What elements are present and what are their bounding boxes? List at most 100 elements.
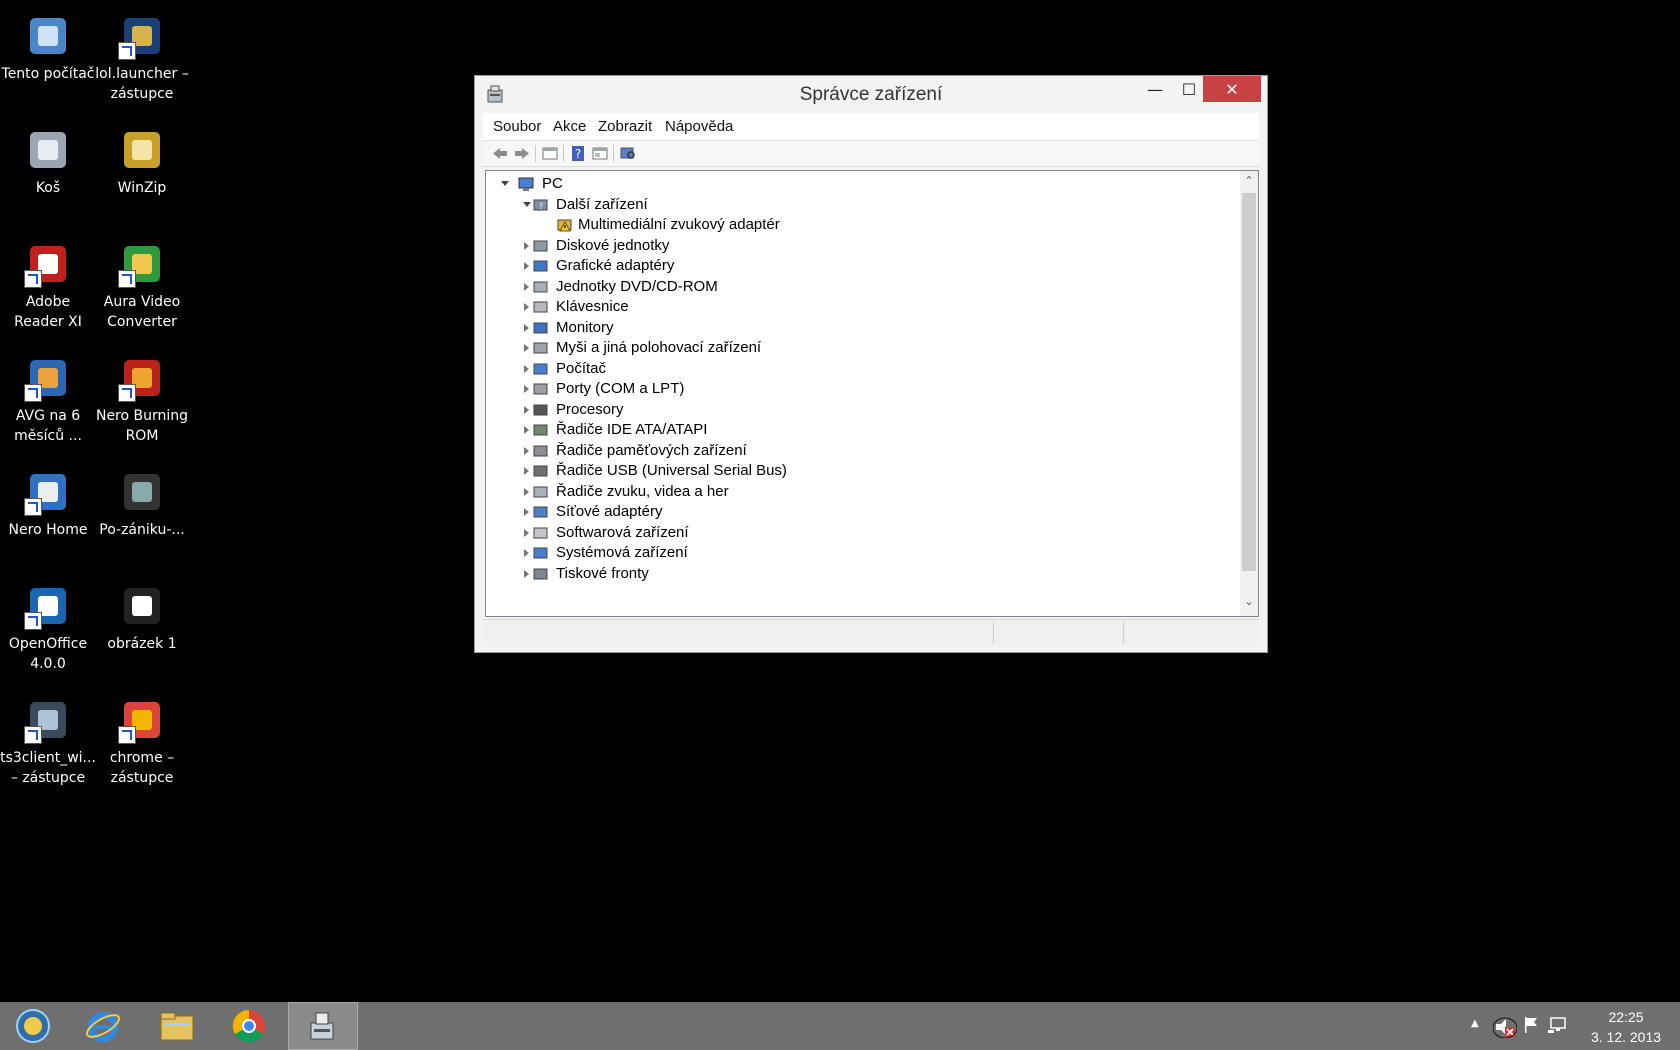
tree-item[interactable]: Řadiče USB (Universal Serial Bus) bbox=[520, 460, 1220, 482]
desktop-icon-image-file[interactable]: obrázek 1 bbox=[94, 576, 190, 654]
desktop-icon-winzip[interactable]: WinZip bbox=[94, 120, 190, 198]
vertical-scrollbar[interactable]: ⌃ ⌄ bbox=[1240, 171, 1258, 616]
desktop-icon-computer[interactable]: Tento počítač bbox=[0, 6, 96, 84]
tree-root-pc[interactable]: PC bbox=[498, 173, 1238, 195]
warning-device-icon bbox=[557, 219, 572, 232]
shortcut-arrow-icon bbox=[118, 726, 136, 744]
close-icon: ✕ bbox=[1225, 79, 1239, 99]
title-bar[interactable]: Správce zařízení — ☐ ✕ bbox=[475, 76, 1267, 113]
show-hidden-icons-icon[interactable]: ▲ bbox=[1471, 1018, 1479, 1029]
view-icon[interactable] bbox=[591, 145, 609, 162]
scroll-thumb[interactable] bbox=[1242, 193, 1256, 571]
tree-item[interactable]: Systémová zařízení bbox=[520, 542, 1220, 564]
shortcut-arrow-icon bbox=[24, 612, 42, 630]
desktop-icon-label: Po-zániku-... bbox=[99, 522, 185, 538]
tree-item-label: Procesory bbox=[556, 400, 624, 418]
close-button[interactable]: ✕ bbox=[1203, 76, 1261, 102]
desktop-icon-label: obrázek 1 bbox=[107, 636, 177, 652]
desktop-icon-adobe-reader[interactable]: Adobe Reader XI bbox=[0, 234, 96, 332]
chrome-icon bbox=[118, 696, 166, 744]
tree-item-label: Diskové jednotky bbox=[556, 236, 670, 254]
back-icon[interactable] bbox=[491, 145, 509, 162]
winzip-icon bbox=[118, 126, 166, 174]
scroll-down-icon[interactable]: ⌄ bbox=[1244, 596, 1254, 607]
desktop-icon-openoffice[interactable]: OpenOffice 4.0.0 bbox=[0, 576, 96, 674]
recycle-bin-icon bbox=[24, 126, 72, 174]
desktop-icon-video-file[interactable]: Po-zániku-... bbox=[94, 462, 190, 540]
properties-icon[interactable] bbox=[541, 145, 559, 162]
desktop-icon-chrome[interactable]: chrome – zástupce bbox=[94, 690, 190, 788]
tree-item-label: Porty (COM a LPT) bbox=[556, 380, 685, 397]
shortcut-arrow-icon bbox=[24, 498, 42, 516]
tree-item[interactable]: Řadiče zvuku, videa a her bbox=[520, 481, 1220, 503]
tree-item-label: Systémová zařízení bbox=[556, 544, 688, 561]
collapse-icon[interactable] bbox=[498, 173, 512, 195]
status-bar bbox=[483, 619, 1259, 646]
tree-item[interactable]: Počítač bbox=[520, 358, 1220, 380]
system-device-icon bbox=[533, 547, 548, 559]
scan-hardware-icon[interactable] bbox=[619, 145, 637, 162]
clock[interactable]: 22:25 3. 12. 2013 bbox=[1586, 1007, 1666, 1047]
tree-item[interactable]: Síťové adaptéry bbox=[520, 501, 1220, 523]
tree-item-label: Řadiče zvuku, videa a her bbox=[556, 482, 729, 500]
taskbar-internet-explorer[interactable] bbox=[70, 1002, 136, 1050]
tree-item-label: Multimediální zvukový adaptér bbox=[578, 216, 780, 233]
tree-item[interactable]: Řadiče paměťových zařízení bbox=[520, 440, 1220, 462]
tree-item[interactable]: Diskové jednotky bbox=[520, 235, 1220, 257]
keyboard-icon bbox=[533, 301, 548, 313]
help-icon[interactable]: ? bbox=[569, 145, 587, 162]
action-center-flag-icon[interactable] bbox=[1523, 1016, 1539, 1034]
forward-icon[interactable] bbox=[513, 145, 531, 162]
taskbar-chrome[interactable] bbox=[216, 1002, 282, 1050]
port-icon bbox=[533, 383, 548, 395]
tree-item-label: Monitory bbox=[556, 318, 614, 336]
tree-item[interactable]: Klávesnice bbox=[520, 296, 1220, 318]
software-device-icon bbox=[533, 527, 548, 538]
menu-napoveda[interactable]: Nápověda bbox=[665, 118, 733, 135]
sound-icon bbox=[533, 486, 548, 497]
tree-item[interactable]: Jednotky DVD/CD-ROM bbox=[520, 276, 1220, 298]
tree-item[interactable]: Multimediální zvukový adaptér bbox=[542, 214, 1242, 236]
desktop-icon-nero-burning-rom[interactable]: Nero Burning ROM bbox=[94, 348, 190, 446]
maximize-button[interactable]: ☐ bbox=[1172, 76, 1206, 102]
desktop-icon-label: Nero Burning ROM bbox=[95, 408, 189, 444]
device-manager-icon bbox=[310, 1012, 334, 1040]
menu-soubor[interactable]: Soubor bbox=[493, 118, 541, 135]
desktop-icon-aura-video-converter[interactable]: Aura Video Converter bbox=[94, 234, 190, 332]
tree-item[interactable]: Monitory bbox=[520, 317, 1220, 339]
disk-drive-icon bbox=[533, 240, 548, 251]
menu-akce[interactable]: Akce bbox=[553, 118, 586, 135]
tree-item[interactable]: Myši a jiná polohovací zařízení bbox=[520, 337, 1220, 359]
desktop-icon-teamspeak[interactable]: ts3client_wi... – zástupce bbox=[0, 690, 96, 788]
device-tree[interactable]: PC? Další zařízení Multimediální zvukový a… bbox=[485, 170, 1259, 617]
shortcut-arrow-icon bbox=[24, 270, 42, 288]
network-icon[interactable] bbox=[1547, 1016, 1567, 1034]
desktop-icon-label: lol.launcher – zástupce bbox=[95, 66, 189, 102]
taskbar-file-explorer[interactable] bbox=[144, 1002, 210, 1050]
desktop-icon-lol-launcher[interactable]: lol.launcher – zástupce bbox=[94, 6, 190, 104]
clock-time: 22:25 bbox=[1608, 1009, 1644, 1025]
desktop-icon-recycle-bin[interactable]: Koš bbox=[0, 120, 96, 198]
desktop-icon-nero-home[interactable]: Nero Home bbox=[0, 462, 96, 540]
tree-item[interactable]: Tiskové fronty bbox=[520, 563, 1220, 585]
tree-item[interactable]: Procesory bbox=[520, 399, 1220, 421]
tree-item[interactable]: Grafické adaptéry bbox=[520, 255, 1220, 277]
dvd-drive-icon bbox=[533, 281, 548, 292]
volume-muted-icon[interactable] bbox=[1493, 1016, 1517, 1038]
menu-zobrazit[interactable]: Zobrazit bbox=[598, 118, 652, 135]
tree-item[interactable]: Porty (COM a LPT) bbox=[520, 378, 1220, 400]
desktop-icon-avg[interactable]: AVG na 6 měsíců ... bbox=[0, 348, 96, 446]
desktop-icon-label: WinZip bbox=[117, 180, 167, 196]
taskbar-device-manager[interactable] bbox=[288, 1002, 358, 1050]
device-manager-window: Správce zařízení — ☐ ✕ Soubor Akce Zobra… bbox=[474, 75, 1268, 653]
minimize-button[interactable]: — bbox=[1138, 76, 1172, 102]
tree-item-label: Tiskové fronty bbox=[556, 564, 649, 582]
tree-item-label: Myši a jiná polohovací zařízení bbox=[556, 339, 762, 356]
tree-item[interactable]: ? Další zařízení bbox=[520, 194, 1220, 216]
chrome-icon bbox=[232, 1009, 265, 1043]
minimize-icon: — bbox=[1147, 79, 1163, 99]
tree-item[interactable]: Softwarová zařízení bbox=[520, 522, 1220, 544]
scroll-up-icon[interactable]: ⌃ bbox=[1244, 175, 1254, 186]
tree-item[interactable]: Řadiče IDE ATA/ATAPI bbox=[520, 419, 1220, 441]
start-button[interactable] bbox=[0, 1002, 66, 1050]
